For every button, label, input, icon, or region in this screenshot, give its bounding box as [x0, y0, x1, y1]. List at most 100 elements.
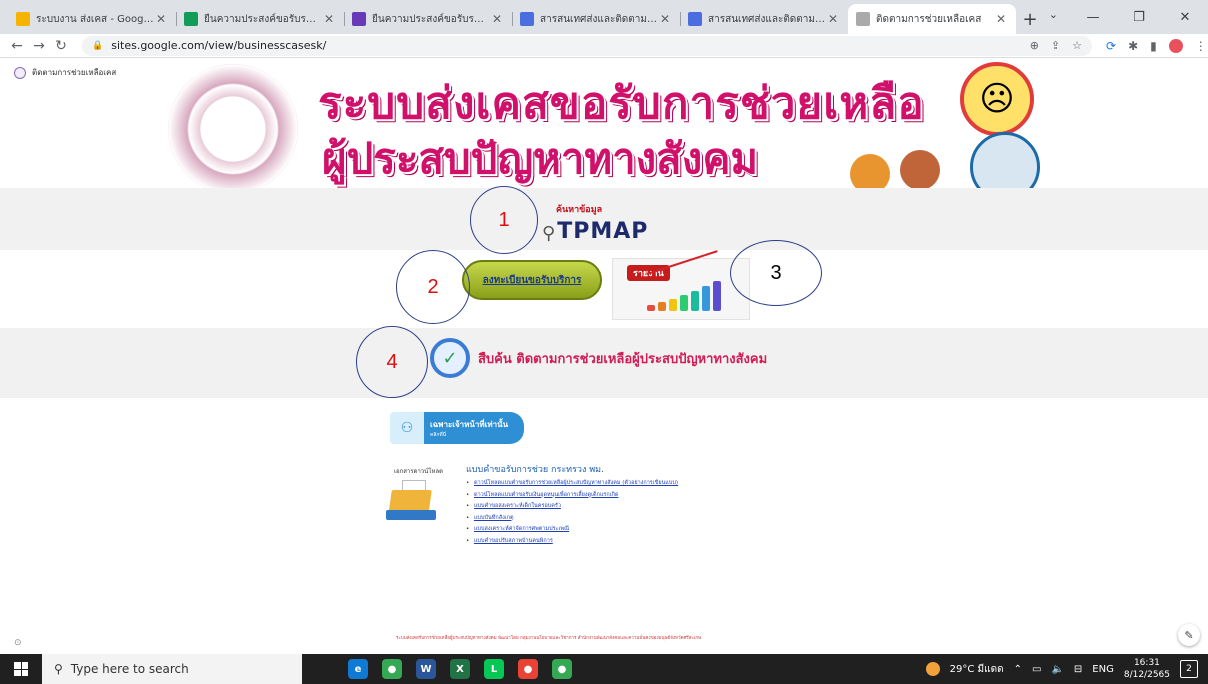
form-download-link[interactable]: แบบคำขอปรับสภาพบ้านคนพิการ [466, 536, 678, 548]
zoom-icon[interactable]: ⊕ [1030, 39, 1039, 52]
tab-close-icon[interactable]: ✕ [658, 12, 672, 26]
weather-text[interactable]: 29°C มีแดด [950, 662, 1004, 677]
tab-title: สารสนเทศส่งและติดตามเคส [708, 13, 826, 25]
tpmap-logo: TPMAP [557, 219, 649, 244]
ministry-seal-icon [168, 64, 298, 188]
minimize-icon[interactable]: — [1070, 0, 1116, 34]
form-download-link[interactable]: ดาวน์โหลดแบบคำขอรับการช่วยเหลือผู้ประสบป… [466, 478, 678, 490]
tab-close-icon[interactable]: ✕ [322, 12, 336, 26]
staff-only-title: เฉพาะเจ้าหน้าที่เท่านั้น [430, 419, 509, 429]
tab-favicon-icon [856, 12, 870, 26]
tab-title: ระบบงาน ส่งเคส - Google ไดรฟ์ [36, 13, 154, 25]
banner-title-line2: ผู้ประสบปัญหาทางสังคม [322, 134, 759, 183]
tab-favicon-icon [184, 12, 198, 26]
check-magnifier-icon: ✓ [430, 338, 470, 378]
new-tab-button[interactable]: + [1016, 4, 1044, 34]
taskbar-search[interactable]: ⚲ Type here to search [42, 654, 302, 684]
form-download-link[interactable]: ดาวน์โหลดแบบคำขอรับเงินอุดหนุนเพื่อการเล… [466, 490, 678, 502]
reload-icon[interactable]: ↻ [50, 38, 72, 54]
network-icon[interactable]: ▭ [1032, 664, 1041, 675]
sync-extension-icon[interactable]: ⟳ [1106, 39, 1116, 53]
weather-sun-icon [925, 662, 940, 676]
url-text: sites.google.com/view/businesscasesk/ [111, 39, 327, 52]
browser-tab[interactable]: สารสนเทศส่งและติดตามเคส ✕ [512, 4, 680, 34]
system-tray: 29°C มีแดด ⌃ ▭ 🔈 ⊟ ENG 16:31 8/12/2565 2 [925, 657, 1208, 681]
windows-logo-icon [14, 662, 28, 676]
tab-search-icon[interactable]: ⌄ [1049, 8, 1058, 21]
taskbar-app-chrome-profile-2-icon[interactable]: ● [518, 659, 538, 679]
restore-icon[interactable]: ❐ [1116, 0, 1162, 34]
taskbar-app-excel-icon[interactable]: X [450, 659, 470, 679]
tab-close-icon[interactable]: ✕ [154, 12, 168, 26]
taskbar-app-edge-icon[interactable]: e [348, 659, 368, 679]
tpmap-caption: ค้นหาข้อมูล [556, 205, 603, 215]
screen: ระบบงาน ส่งเคส - Google ไดรฟ์✕ยืนความประ… [0, 0, 1208, 684]
tab-title: ยืนความประสงค์ขอรับรหัสเข้าใช้ง [372, 13, 490, 25]
clock[interactable]: 16:31 8/12/2565 [1124, 657, 1170, 681]
browser-tab[interactable]: ยืนความประสงค์ขอรับรหัสเข้าใช้ง✕ [176, 4, 344, 34]
site-page: ติดตามการช่วยเหลือเคส ระบบส่งเคสขอรับการ… [0, 58, 1208, 654]
form-download-link[interactable]: แบบคำขอสงเคราะห์เด็กในครอบครัว [466, 501, 678, 513]
forward-icon[interactable]: → [28, 38, 50, 54]
browser-tab[interactable]: ระบบงาน ส่งเคส - Google ไดรฟ์✕ [8, 4, 176, 34]
tab-favicon-icon [16, 12, 30, 26]
site-header[interactable]: ติดตามการช่วยเหลือเคส [14, 66, 116, 79]
folder-download-icon [386, 480, 438, 520]
notification-center-icon[interactable]: 2 [1180, 660, 1198, 678]
language-indicator[interactable]: ENG [1092, 664, 1114, 675]
volume-icon[interactable]: 🔈 [1051, 664, 1063, 675]
tab-close-icon[interactable]: ✕ [826, 12, 840, 26]
taskbar-app-chrome-icon[interactable]: ● [382, 659, 402, 679]
tab-close-icon[interactable]: ✕ [490, 12, 504, 26]
staff-only-button[interactable]: ⚇ เฉพาะเจ้าหน้าที่เท่านั้น คลิกที่นี่ [390, 412, 524, 444]
site-name: ติดตามการช่วยเหลือเคส [32, 68, 117, 77]
share-icon[interactable]: ⇪ [1051, 39, 1060, 52]
track-case-link[interactable]: ✓ สืบค้น ติดตามการช่วยเหลือผู้ประสบปัญหา… [430, 338, 767, 378]
trend-arrow-icon [646, 250, 718, 275]
forms-list: ดาวน์โหลดแบบคำขอรับการช่วยเหลือผู้ประสบป… [466, 478, 678, 547]
page-info-icon[interactable]: ⊙ [14, 638, 22, 648]
windows-taskbar: ⚲ Type here to search e ● W X L ● ● 29°C มีแดด… [0, 654, 1208, 684]
annotation-circle-2: 2 [396, 250, 470, 324]
clock-date: 8/12/2565 [1123, 670, 1170, 680]
docs-label: เอกสารดาวน์โหลด [394, 468, 444, 475]
tpmap-link[interactable]: ค้นหาข้อมูล ⚲ TPMAP [542, 204, 648, 244]
taskbar-app-chrome-profile-3-icon[interactable]: ● [552, 659, 572, 679]
profile-avatar[interactable] [1168, 38, 1183, 53]
taskbar-search-placeholder: Type here to search [70, 662, 189, 676]
address-bar[interactable]: 🔒 sites.google.com/view/businesscasesk/ … [82, 35, 1092, 56]
back-icon[interactable]: ← [6, 38, 28, 54]
taskbar-app-line-icon[interactable]: L [484, 659, 504, 679]
tray-chevron-icon[interactable]: ⌃ [1014, 664, 1022, 675]
bookmark-star-icon[interactable]: ☆ [1072, 39, 1082, 52]
staff-only-sub: คลิกที่นี่ [430, 431, 447, 438]
lock-icon[interactable]: 🔒 [92, 41, 103, 51]
side-panel-icon[interactable]: ▮ [1150, 39, 1157, 53]
wheelchair-illustration [970, 132, 1040, 188]
form-download-link[interactable]: แบบบันทึกสังเกตุ [466, 513, 678, 525]
annotation-circle-3: 3 [730, 240, 822, 306]
edit-pencil-icon[interactable]: ✎ [1178, 624, 1200, 646]
browser-tab[interactable]: ติดตามการช่วยเหลือเคส ✕ [848, 4, 1016, 34]
extensions-puzzle-icon[interactable]: ✱ [1128, 39, 1138, 53]
start-button[interactable] [0, 662, 42, 676]
bar-chart-icon [647, 281, 721, 311]
elderly-illustration [900, 150, 940, 188]
chrome-menu-icon[interactable]: ⋮ [1195, 39, 1207, 53]
browser-tab[interactable]: ยืนความประสงค์ขอรับรหัสเข้าใช้ง✕ [344, 4, 512, 34]
form-download-link[interactable]: แบบสงเคราะห์ค่าจัดการศพตามประเพณี [466, 524, 678, 536]
window-controls: — ❐ ✕ [1070, 0, 1208, 34]
clock-time: 16:31 [1133, 658, 1160, 668]
taskbar-app-word-icon[interactable]: W [416, 659, 436, 679]
browser-tab[interactable]: สารสนเทศส่งและติดตามเคส ✕ [680, 4, 848, 34]
display-icon[interactable]: ⊟ [1074, 664, 1082, 675]
report-link[interactable]: รายงาน [612, 250, 750, 320]
magnifier-icon: ⚲ [542, 223, 556, 244]
tab-close-icon[interactable]: ✕ [994, 12, 1008, 26]
register-button[interactable]: ลงทะเบียนขอรับบริการ [462, 260, 602, 300]
sad-face-icon: ☹ [960, 62, 1034, 136]
taskbar-apps: e ● W X L ● ● [348, 659, 572, 679]
close-window-icon[interactable]: ✕ [1162, 0, 1208, 34]
tab-title: ยืนความประสงค์ขอรับรหัสเข้าใช้ง [204, 13, 322, 25]
tab-favicon-icon [688, 12, 702, 26]
